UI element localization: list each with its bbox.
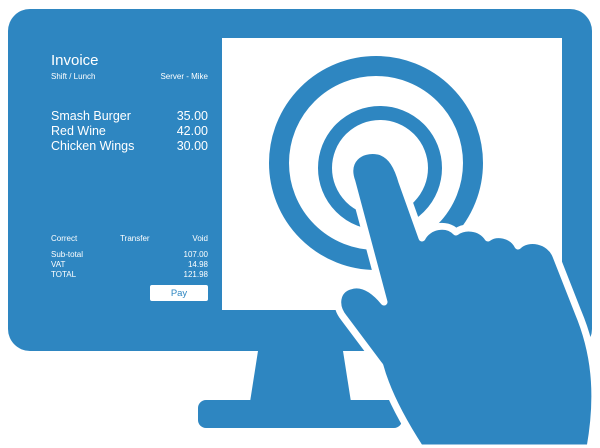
subtotal-label: Sub-total — [51, 250, 84, 259]
total-row: TOTAL 121.98 — [51, 270, 208, 280]
item-name: Red Wine — [51, 124, 106, 138]
item-name: Chicken Wings — [51, 139, 135, 153]
total-label: TOTAL — [51, 270, 77, 279]
invoice-actions: Correct Transfer Void — [51, 234, 208, 243]
invoice-totals: Sub-total 107.00 VAT 14.98 TOTAL 121.98 — [51, 250, 208, 280]
item-name: Smash Burger — [51, 109, 131, 123]
invoice-panel: Invoice Shift / Lunch Server - Mike Smas… — [37, 38, 222, 310]
server-label: Server - Mike — [160, 72, 208, 81]
invoice-items: Smash Burger 35.00 Red Wine 42.00 Chicke… — [51, 109, 208, 154]
invoice-title: Invoice — [51, 52, 99, 69]
item-price: 35.00 — [176, 109, 208, 123]
vat-value: 14.98 — [187, 260, 208, 269]
total-value: 121.98 — [183, 270, 208, 279]
item-price: 42.00 — [176, 124, 208, 138]
correct-button[interactable]: Correct — [51, 234, 77, 243]
subtotal-value: 107.00 — [183, 250, 208, 259]
item-price: 30.00 — [176, 139, 208, 153]
transfer-button[interactable]: Transfer — [120, 234, 150, 243]
vat-label: VAT — [51, 260, 66, 269]
pay-button[interactable]: Pay — [150, 285, 208, 301]
vat-row: VAT 14.98 — [51, 260, 208, 270]
invoice-item[interactable]: Red Wine 42.00 — [51, 124, 208, 139]
shift-label: Shift / Lunch — [51, 72, 96, 81]
void-button[interactable]: Void — [192, 234, 208, 243]
invoice-item[interactable]: Chicken Wings 30.00 — [51, 139, 208, 154]
subtotal-row: Sub-total 107.00 — [51, 250, 208, 260]
invoice-item[interactable]: Smash Burger 35.00 — [51, 109, 208, 124]
invoice-subheader: Shift / Lunch Server - Mike — [51, 72, 208, 81]
